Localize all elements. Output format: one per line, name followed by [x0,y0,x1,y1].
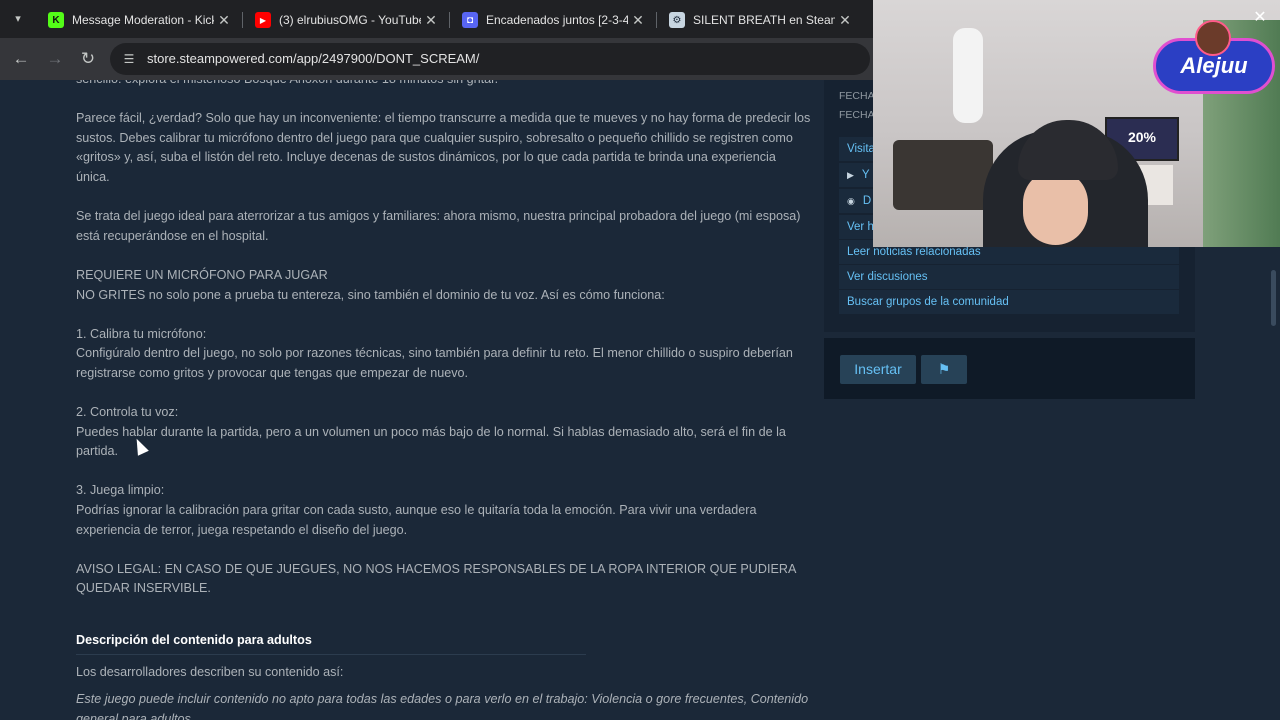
close-tab-icon[interactable]: ✕ [421,12,441,29]
release-date-label: FECHA [839,90,875,102]
address-bar[interactable]: ☰ store.steampowered.com/app/2497900/DON… [110,43,870,75]
close-tab-icon[interactable]: ✕ [835,12,855,29]
description-paragraph: Parece fácil, ¿verdad? Solo que hay un i… [76,111,811,184]
tab-encadenados[interactable]: ◘ Encadenados juntos [2-3-4- ✕ [452,6,652,34]
discord-doc-icon: ◘ [462,12,478,28]
mature-content-heading: Descripción del contenido para adultos [76,633,586,655]
site-info-icon[interactable]: ☰ [120,50,138,68]
embed-share-box: Insertar ⚑ [824,338,1195,399]
description-paragraph: Configúralo dentro del juego, no solo po… [76,346,793,380]
link-label: Y [861,169,870,181]
link-label: D [862,195,872,207]
view-discussions-link[interactable]: Ver discusiones [839,265,1179,289]
mic-required-heading: REQUIERE UN MICRÓFONO PARA JUGAR [76,267,328,282]
forward-arrow-icon[interactable]: → [42,47,68,71]
description-line: sencillo: explora el misterioso Bosque A… [76,80,811,90]
flag-icon: ⚑ [937,361,951,377]
reload-icon[interactable]: ↻ [75,47,101,71]
avatar [1195,20,1231,56]
tab-title: (3) elrubiusOMG - YouTube [279,13,421,27]
tab-youtube[interactable]: ▶ (3) elrubiusOMG - YouTube ✕ [245,6,445,34]
kick-icon: K [48,12,64,28]
punching-bag [953,28,983,123]
description-paragraph: Puedes hablar durante la partida, pero a… [76,424,786,459]
tab-title: SILENT BREATH en Steam [693,13,835,27]
close-tab-icon[interactable]: ✕ [628,12,648,29]
streamer-face [1023,170,1088,245]
date-label: FECHA [839,109,875,121]
steam-icon: ⚙ [669,12,685,28]
game-description: sencillo: explora el misterioso Bosque A… [76,80,811,619]
webcam-overlay: 20% Alejuu ✕ [873,0,1280,247]
tab-title: Message Moderation - Kick [72,13,214,27]
url-text[interactable]: store.steampowered.com/app/2497900/DONT_… [147,51,479,66]
step-heading: 2. Controla tu voz: [76,405,179,420]
discord-icon: ◉ [847,196,855,206]
tab-steam[interactable]: ⚙ SILENT BREATH en Steam ✕ [659,6,859,34]
tab-search-icon[interactable]: ▾ [6,8,30,30]
description-paragraph: Podrías ignorar la calibración para grit… [76,503,757,537]
tab-divider [242,12,243,28]
back-arrow-icon[interactable]: ← [8,47,34,71]
sofa [893,140,993,210]
close-tab-icon[interactable]: ✕ [214,12,234,29]
tab-title: Encadenados juntos [2-3-4- [486,13,628,27]
close-icon[interactable]: ✕ [1250,8,1270,28]
tab-divider [656,12,657,28]
tab-kick[interactable]: K Message Moderation - Kick ✕ [38,6,238,34]
step-heading: 3. Juega limpio: [76,483,165,498]
description-paragraph: NO GRITES no solo pone a prueba tu enter… [76,287,665,302]
youtube-icon: ▶ [255,12,271,28]
tab-divider [449,12,450,28]
embed-button[interactable]: Insertar [840,355,916,384]
step-heading: 1. Calibra tu micrófono: [76,326,207,341]
description-paragraph: Se trata del juego ideal para aterroriza… [76,209,801,243]
report-flag-button[interactable]: ⚑ [921,355,967,384]
scrollbar-thumb[interactable] [1271,270,1276,326]
legal-notice: AVISO LEGAL: EN CASO DE QUE JUEGUES, NO … [76,561,796,596]
mature-content-intro: Los desarrolladores describen su conteni… [76,665,344,679]
streamer-cap [1018,120,1118,180]
youtube-icon: ▶ [847,170,854,180]
mature-content-text: Este juego puede incluir contenido no ap… [76,692,809,720]
find-community-groups-link[interactable]: Buscar grupos de la comunidad [839,290,1179,314]
